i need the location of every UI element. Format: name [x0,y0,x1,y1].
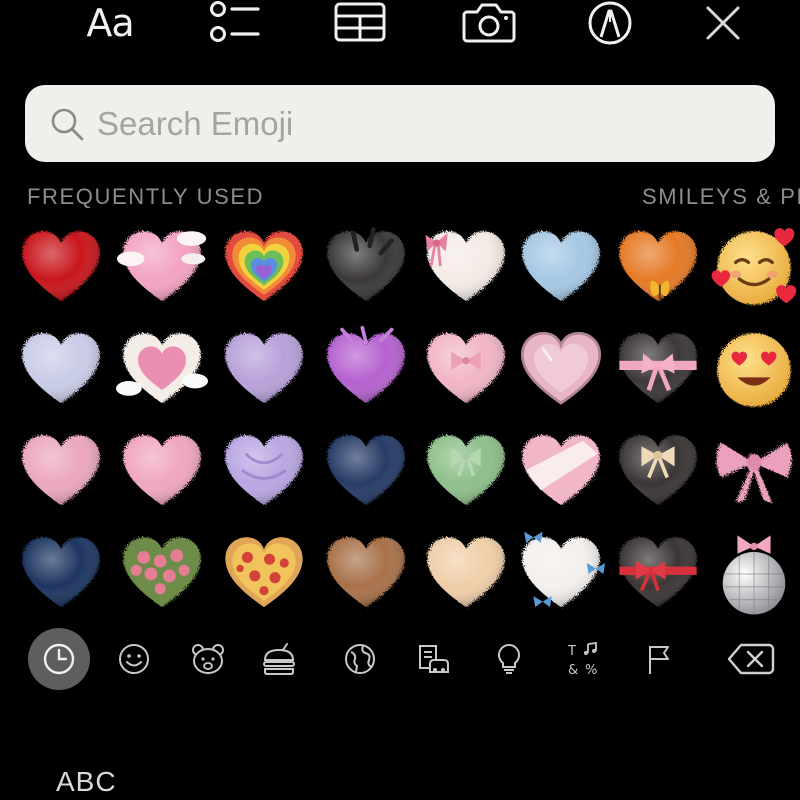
emoji-grid [0,222,800,618]
emoji-pizza-heart[interactable] [218,528,310,620]
category-animals[interactable] [177,628,239,690]
delete-button[interactable] [720,628,782,690]
abc-keyboard-button[interactable]: ABC [56,766,117,798]
travel-places-icon [419,645,449,673]
emoji-pink-crystal-heart[interactable] [515,324,607,416]
emoji-pink-heart-with-clouds[interactable] [116,222,208,314]
emoji-navy-fuzzy-heart[interactable] [320,426,412,518]
emoji-black-fuzzy-heart[interactable] [320,222,412,314]
note-toolbar: Aa [0,0,800,50]
checklist-icon [210,1,260,42]
emoji-pink-heart-with-bow[interactable] [420,324,512,416]
emoji-green-heart-with-bow[interactable] [420,426,512,518]
emoji-black-heart-with-pink-ribbon[interactable] [612,324,704,416]
emoji-beige-fuzzy-heart[interactable] [420,528,512,620]
search-icon [51,108,84,140]
symbols-icon: T & % [567,641,597,677]
emoji-light-blue-fuzzy-heart[interactable] [515,222,607,314]
category-symbols[interactable]: T & % [553,628,615,690]
category-recent[interactable] [28,628,90,690]
emoji-search-field[interactable] [25,85,775,162]
food-icon [263,643,295,675]
markup-pen-icon [588,1,632,45]
emoji-light-pink-fuzzy-heart[interactable] [116,426,208,518]
emoji-fuzzy-red-heart[interactable] [15,222,107,314]
category-flags[interactable] [628,628,690,690]
emoji-black-heart-with-red-bow[interactable] [612,528,704,620]
close-button[interactable] [700,0,746,46]
lightbulb-objects-icon [498,643,520,674]
text-style-button[interactable]: Aa [72,0,148,46]
emoji-white-heart-with-pink-bow[interactable] [420,222,512,314]
emoji-black-heart-with-beige-bow[interactable] [612,426,704,518]
category-food[interactable] [248,628,310,690]
checklist-button[interactable] [204,0,264,46]
emoji-rainbow-knit-heart[interactable] [218,222,310,314]
delete-backspace-icon [727,643,775,675]
flag-icon [649,646,669,674]
emoji-disco-ball-with-bow[interactable] [708,528,800,620]
animal-bear-icon [192,644,224,674]
emoji-pink-white-wrapped-heart[interactable] [515,426,607,518]
section-frequently-used: FREQUENTLY USED [27,184,265,209]
emoji-smiling-face-with-hearts[interactable] [708,222,800,314]
emoji-pink-heart-with-clouds-frame[interactable] [116,324,208,416]
emoji-orange-heart-with-butterfly[interactable] [612,222,704,314]
markup-button[interactable] [584,0,636,46]
svg-text:%: % [585,663,597,677]
emoji-lilac-fuzzy-heart[interactable] [218,324,310,416]
smiley-icon [119,644,149,674]
globe-icon [345,644,375,674]
category-travel[interactable] [329,628,391,690]
section-smileys-people[interactable]: SMILEYS & PE [642,184,800,210]
emoji-white-heart-with-blue-bows[interactable] [515,528,607,620]
emoji-heart-eyes-face[interactable] [708,324,800,416]
table-button[interactable] [330,0,390,46]
category-places[interactable] [403,628,465,690]
close-icon [706,6,740,40]
category-smileys[interactable] [103,628,165,690]
emoji-navy-velvet-heart[interactable] [15,528,107,620]
emoji-lavender-fuzzy-heart[interactable] [15,324,107,416]
emoji-purple-feather-heart[interactable] [320,324,412,416]
emoji-brown-fuzzy-heart[interactable] [320,528,412,620]
emoji-flower-bouquet-heart[interactable] [116,528,208,620]
emoji-purple-patterned-heart[interactable] [218,426,310,518]
emoji-category-bar: T & % [0,624,800,694]
table-icon [334,2,386,42]
emoji-pink-fuzzy-heart[interactable] [15,426,107,518]
svg-text:&: & [568,663,578,677]
camera-icon [462,3,516,43]
category-objects[interactable] [478,628,540,690]
camera-button[interactable] [458,0,520,46]
svg-text:T: T [567,644,576,659]
search-input[interactable] [95,92,739,155]
recent-clock-icon [43,643,75,675]
emoji-pink-fuzzy-bow[interactable] [708,426,800,518]
